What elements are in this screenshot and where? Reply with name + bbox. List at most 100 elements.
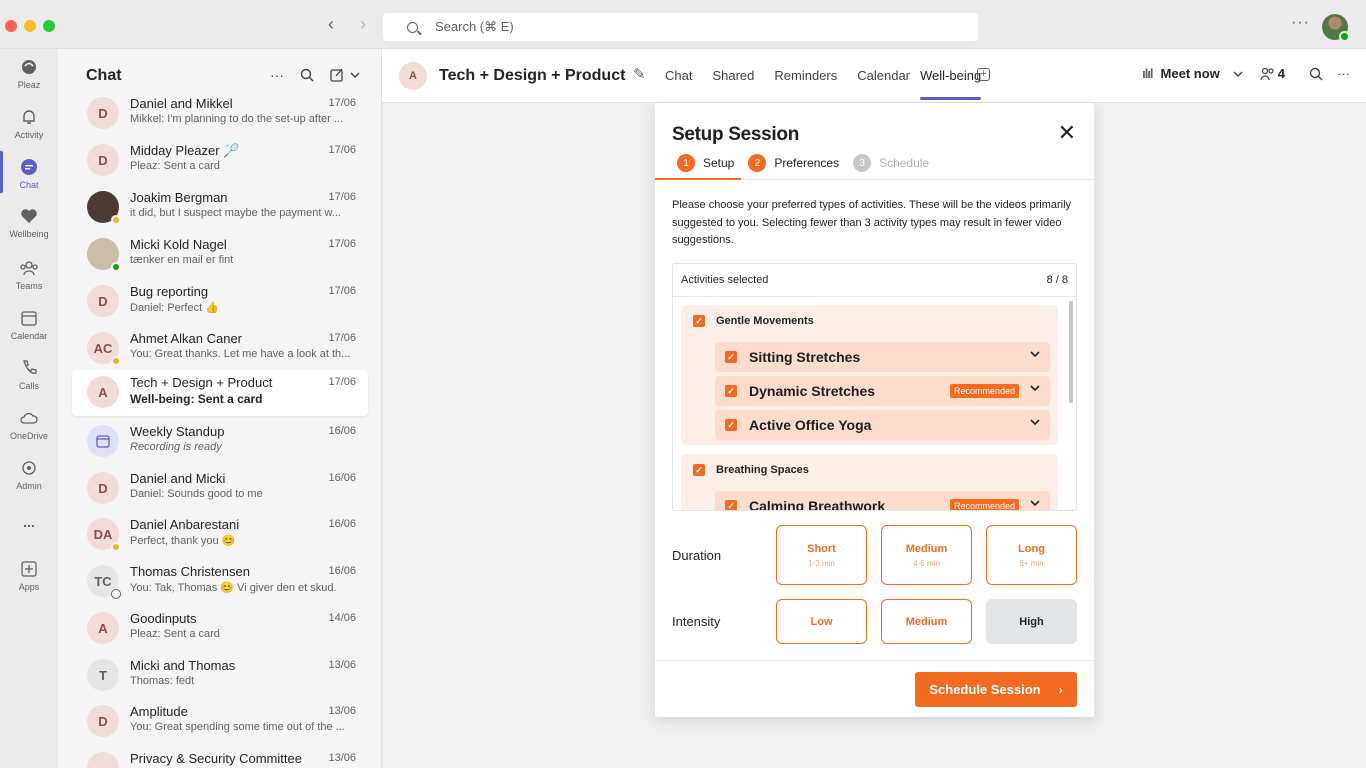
avatar: D [87, 472, 119, 504]
search-input[interactable]: Search (⌘ E) [383, 13, 978, 41]
more-options-icon[interactable]: ··· [270, 67, 284, 83]
channel-header: A Tech + Design + Product ✎ Chat Shared … [382, 49, 1366, 103]
activities-list: Activities selected 8 / 8 ✓ Gentle Movem… [672, 263, 1077, 511]
user-avatar[interactable] [1322, 14, 1350, 42]
chat-item[interactable]: D Daniel and Mikkel 17/06 Mikkel: I'm pl… [72, 91, 368, 137]
chat-item[interactable]: A Goodinputs 14/06 Pleaz: Sent a card [72, 606, 368, 652]
duration-long-button[interactable]: Long 6+ min [986, 525, 1077, 585]
activity-row[interactable]: ✓ Active Office Yoga [715, 410, 1050, 440]
rail-label: Calendar [10, 331, 48, 341]
chat-item[interactable]: AC Ahmet Alkan Caner 17/06 You: Great th… [72, 326, 368, 372]
edit-pencil-icon[interactable]: ✎ [633, 65, 646, 83]
checkbox-checked-icon[interactable]: ✓ [725, 500, 737, 510]
chat-name: Daniel Anbarestani [130, 517, 240, 532]
activity-row[interactable]: ✓ Calming Breathwork Recommended [715, 491, 1050, 510]
tab-well-being[interactable]: Well-being [920, 68, 982, 100]
tab-calendar[interactable]: Calendar [857, 68, 910, 83]
chat-item-selected[interactable]: A Tech + Design + Product 17/06 Well-bei… [72, 370, 368, 416]
search-icon[interactable] [1309, 67, 1323, 81]
participants-button[interactable]: 4 [1260, 66, 1285, 81]
rail-item-admin[interactable]: Admin [0, 458, 58, 491]
tab-chat[interactable]: Chat [665, 68, 692, 83]
checkbox-checked-icon[interactable]: ✓ [725, 351, 737, 363]
checkbox-checked-icon[interactable]: ✓ [693, 315, 705, 327]
meet-now-button[interactable]: ılıl Meet now [1142, 66, 1220, 81]
channel-header-actions: ılıl Meet now 4 ··· [1142, 66, 1350, 81]
search-placeholder: Search (⌘ E) [435, 19, 514, 34]
activities-label: Activities selected [681, 274, 769, 286]
activity-group-header[interactable]: ✓ Breathing Spaces [693, 464, 809, 476]
activities-scrollbar[interactable] [1069, 301, 1073, 403]
step-preferences[interactable]: 2 Preferences [748, 154, 839, 172]
duration-medium-button[interactable]: Medium 4-6 min [881, 525, 972, 585]
intensity-high-button[interactable]: High [986, 599, 1077, 644]
chat-preview: Mikkel: I'm planning to do the set-up af… [130, 113, 344, 125]
rail-item-activity[interactable]: Activity [0, 107, 58, 140]
add-tab-icon[interactable]: + [977, 68, 990, 81]
close-icon[interactable]: ✕ [1058, 122, 1076, 144]
rail-item-more[interactable]: ... [0, 514, 58, 530]
schedule-session-button[interactable]: Schedule Session › [915, 672, 1077, 707]
checkbox-checked-icon[interactable]: ✓ [725, 419, 737, 431]
channel-avatar: A [399, 62, 427, 90]
chevron-down-icon[interactable] [1029, 349, 1041, 361]
tab-shared[interactable]: Shared [712, 68, 754, 83]
rail-item-apps[interactable]: Apps [0, 559, 58, 592]
rail-label: Chat [19, 180, 39, 190]
rail-label: Calls [18, 381, 39, 391]
tab-reminders[interactable]: Reminders [774, 68, 837, 83]
audio-wave-icon: ılıl [1142, 66, 1153, 81]
rail-item-pleaz[interactable]: Pleaz [0, 57, 58, 90]
duration-short-button[interactable]: Short 1-3 min [776, 525, 867, 585]
chevron-down-icon[interactable] [1029, 498, 1041, 510]
chat-time: 17/06 [328, 332, 356, 344]
avatar [87, 752, 119, 768]
minimize-window-button[interactable] [24, 20, 36, 32]
rail-item-calls[interactable]: Calls [0, 358, 58, 391]
more-options-icon[interactable]: ··· [1291, 14, 1310, 32]
search-icon[interactable] [300, 68, 314, 82]
checkbox-checked-icon[interactable]: ✓ [693, 464, 705, 476]
step-schedule: 3 Schedule [853, 154, 929, 172]
chat-item[interactable]: D Bug reporting 17/06 Daniel: Perfect 👍 [72, 279, 368, 325]
calendar-icon [96, 435, 110, 448]
chevron-down-icon[interactable] [1029, 383, 1041, 395]
chat-item[interactable]: DA Daniel Anbarestani 16/06 Perfect, tha… [72, 512, 368, 558]
forward-arrow-icon[interactable]: › [360, 14, 366, 35]
activity-row[interactable]: ✓ Dynamic Stretches Recommended [715, 376, 1050, 406]
rail-item-teams[interactable]: Teams [0, 258, 58, 291]
chat-name: Weekly Standup [130, 424, 225, 439]
chat-item[interactable]: D Midday Pleazer 🏸 17/06 Pleaz: Sent a c… [72, 138, 368, 184]
chat-item[interactable]: Privacy & Security Committee 13/06 [72, 746, 368, 768]
chevron-down-icon[interactable] [1029, 417, 1041, 429]
rail-item-chat[interactable]: Chat [0, 157, 58, 190]
chat-item[interactable]: Joakim Bergman 17/06 it did, but I suspe… [72, 185, 368, 231]
chat-time: 16/06 [328, 565, 356, 577]
activity-group-header[interactable]: ✓ Gentle Movements [693, 315, 814, 327]
checkbox-checked-icon[interactable]: ✓ [725, 385, 737, 397]
chat-item[interactable]: T Micki and Thomas 13/06 Thomas: fedt [72, 653, 368, 699]
chat-time: 13/06 [328, 659, 356, 671]
chat-item[interactable]: D Amplitude 13/06 You: Great spending so… [72, 699, 368, 745]
chat-item[interactable]: TC Thomas Christensen 16/06 You: Tak, Th… [72, 559, 368, 605]
chat-item[interactable]: Weekly Standup 16/06 Recording is ready [72, 419, 368, 465]
maximize-window-button[interactable] [43, 20, 55, 32]
chevron-down-icon[interactable] [1232, 70, 1244, 78]
rail-item-wellbeing[interactable]: Wellbeing [0, 206, 58, 239]
search-icon [407, 21, 418, 33]
more-options-icon[interactable]: ··· [1337, 66, 1350, 81]
dialog-description: Please choose your preferred types of ac… [672, 199, 1072, 246]
chat-preview: tænker en mail er fint [130, 254, 234, 266]
step-setup[interactable]: 1 Setup [677, 154, 734, 172]
close-window-button[interactable] [5, 20, 17, 32]
intensity-medium-button[interactable]: Medium [881, 599, 972, 644]
activity-row[interactable]: ✓ Sitting Stretches [715, 342, 1050, 372]
back-arrow-icon[interactable]: ‹ [328, 14, 334, 35]
intensity-low-button[interactable]: Low [776, 599, 867, 644]
rail-item-calendar[interactable]: Calendar [0, 308, 58, 341]
rail-item-onedrive[interactable]: OneDrive [0, 408, 58, 441]
avatar: D [87, 144, 119, 176]
chat-item[interactable]: Micki Kold Nagel 17/06 tænker en mail er… [72, 232, 368, 278]
new-chat-icon[interactable] [330, 68, 361, 82]
chat-item[interactable]: D Daniel and Micki 16/06 Daniel: Sounds … [72, 466, 368, 512]
